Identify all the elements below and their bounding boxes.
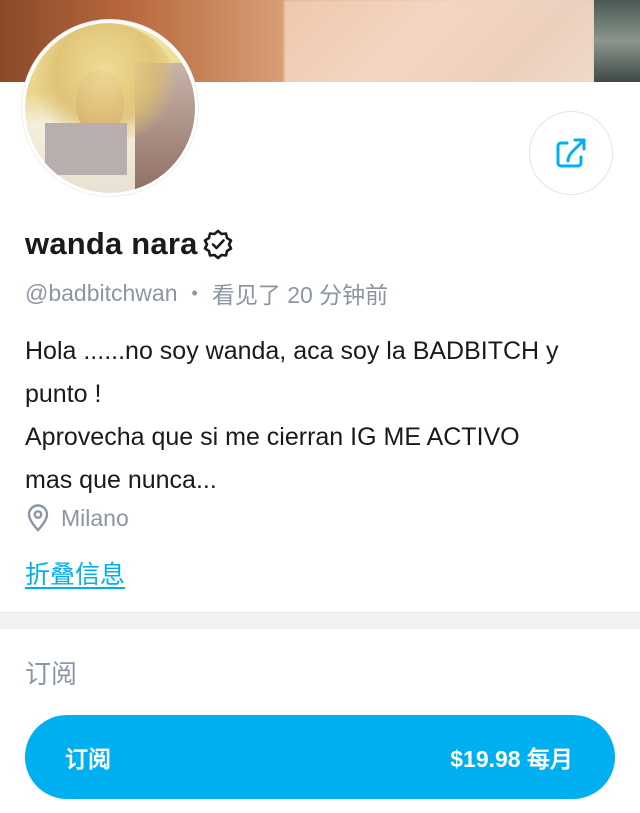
handle-row: @badbitchwan • 看见了 20 分钟前 <box>25 276 388 310</box>
bio-line: Aprovecha que si me cierran IG ME ACTIVO <box>25 423 520 451</box>
profile-location: Milano <box>25 504 129 532</box>
bio-line: mas que nunca... <box>25 466 217 494</box>
profile-handle: @badbitchwan <box>25 279 178 306</box>
share-button[interactable] <box>529 111 613 195</box>
separator-dot: • <box>191 282 198 303</box>
profile-name: wanda nara <box>25 226 198 261</box>
profile-name-row: wanda nara <box>25 226 234 262</box>
avatar[interactable] <box>22 20 198 196</box>
location-pin-icon <box>25 504 51 532</box>
cover-blurred-region <box>284 0 594 82</box>
collapse-info-link[interactable]: 折叠信息 <box>25 555 125 591</box>
cover-edge <box>594 0 640 82</box>
bio-line: punto ! <box>25 380 102 408</box>
subscribe-button[interactable]: 订阅 $19.98 每月 <box>25 715 615 799</box>
location-label: Milano <box>61 504 129 531</box>
share-icon <box>553 135 589 171</box>
subscription-section-title: 订阅 <box>25 659 78 689</box>
verified-badge-icon <box>202 228 234 260</box>
subscribe-price: $19.98 每月 <box>450 746 573 772</box>
bio-line: Hola ......no soy wanda, aca soy la BADB… <box>25 337 559 365</box>
subscribe-button-label: 订阅 <box>65 746 111 772</box>
avatar-blurred-region <box>45 123 127 175</box>
last-seen-status: 看见了 20 分钟前 <box>211 282 389 308</box>
profile-bio: Hola ......no soy wanda, aca soy la BADB… <box>25 330 625 502</box>
section-divider <box>0 612 640 629</box>
